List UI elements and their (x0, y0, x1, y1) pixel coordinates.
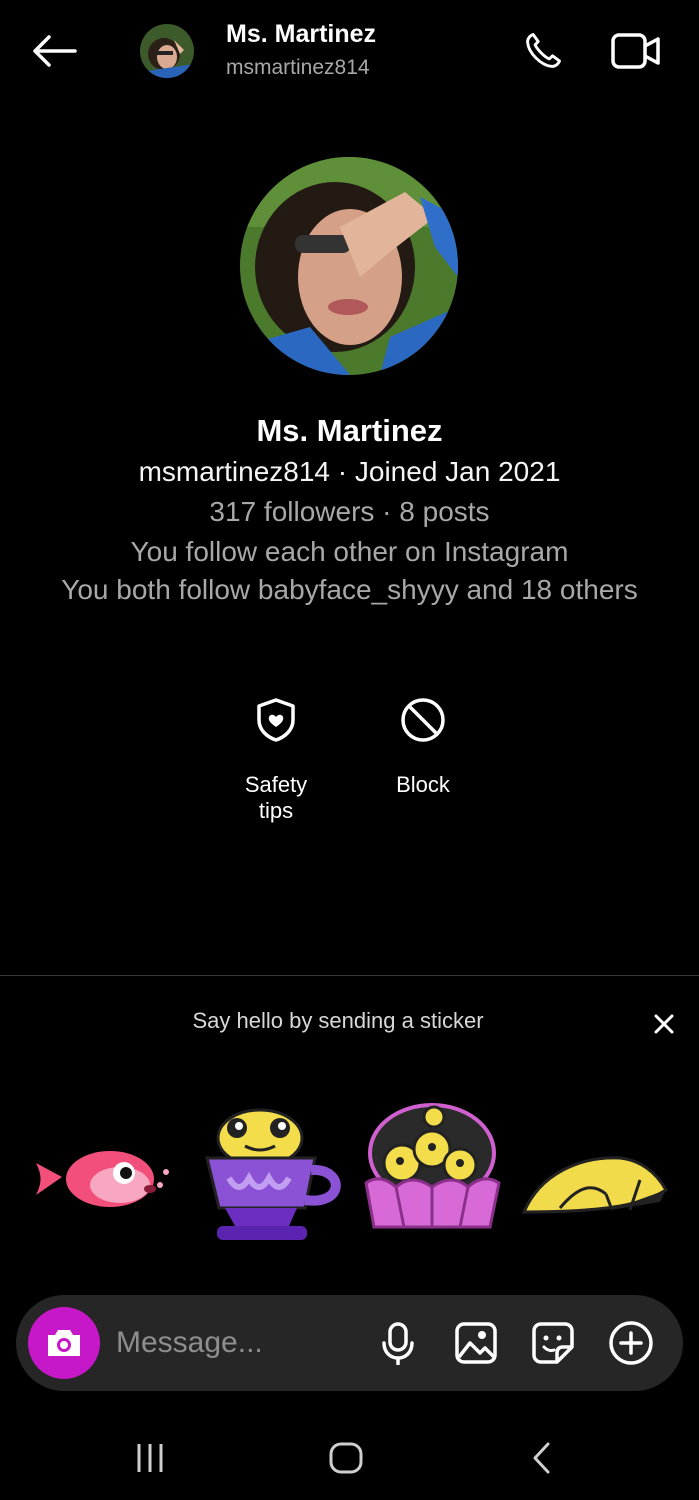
sticker-prompt-text: Say hello by sending a sticker (192, 1008, 484, 1033)
phone-icon (526, 33, 561, 68)
shield-heart-icon (257, 698, 295, 742)
voice-call-button[interactable] (518, 26, 568, 76)
more-options-button[interactable] (607, 1319, 655, 1367)
divider (0, 975, 699, 976)
profile-name: Ms. Martinez (256, 413, 443, 448)
recent-apps-icon (137, 1444, 163, 1472)
header-avatar[interactable] (140, 24, 194, 78)
close-icon (654, 1014, 674, 1034)
gallery-icon (455, 1322, 497, 1364)
header-name[interactable]: Ms. Martinez (226, 20, 376, 49)
message-composer (16, 1295, 683, 1391)
safety-label-line2: tips (258, 798, 294, 823)
mutual-follow-text: You follow each other on Instagram (130, 536, 569, 567)
header-username[interactable]: msmartinez814 (226, 56, 370, 80)
safety-tips-button[interactable]: Safety tips (216, 694, 336, 824)
sticker-icon (532, 1322, 574, 1364)
shell-sticker[interactable] (360, 1103, 505, 1238)
camera-icon (48, 1330, 80, 1356)
chat-header: Ms. Martinez msmartinez814 (0, 0, 699, 110)
frog-teacup-sticker[interactable] (205, 1108, 345, 1248)
plus-circle-icon (609, 1321, 653, 1365)
profile-stats: 317 followers · 8 posts (209, 496, 490, 527)
block-button[interactable]: Block (363, 694, 483, 798)
block-label: Block (396, 772, 450, 797)
recent-apps-button[interactable] (120, 1438, 180, 1478)
system-navigation-bar (0, 1410, 699, 1500)
profile-avatar[interactable] (240, 157, 458, 375)
close-sticker-prompt-button[interactable] (650, 1010, 678, 1038)
camera-button[interactable] (28, 1307, 100, 1379)
back-arrow-icon (33, 35, 77, 67)
nav-back-icon (533, 1442, 550, 1474)
block-icon (401, 698, 445, 742)
safety-label-line1: Safety (244, 772, 308, 797)
leaf-sticker[interactable] (520, 1150, 670, 1220)
profile-info: Ms. Martinez msmartinez814 · Joined Jan … (0, 410, 699, 608)
message-input[interactable] (116, 1319, 366, 1367)
fish-sticker[interactable] (32, 1145, 172, 1215)
back-button[interactable] (28, 28, 80, 74)
voice-message-button[interactable] (374, 1319, 422, 1367)
gallery-button[interactable] (452, 1319, 500, 1367)
home-icon (329, 1442, 363, 1474)
video-call-button[interactable] (608, 26, 664, 76)
profile-meta: msmartinez814 · Joined Jan 2021 (138, 456, 561, 487)
sticker-button[interactable] (529, 1319, 577, 1367)
system-back-button[interactable] (512, 1438, 572, 1478)
home-button[interactable] (316, 1438, 376, 1478)
mutual-followers-text: You both follow babyface_shyyy and 18 ot… (61, 574, 638, 605)
video-camera-icon (611, 33, 660, 69)
microphone-icon (382, 1322, 414, 1365)
